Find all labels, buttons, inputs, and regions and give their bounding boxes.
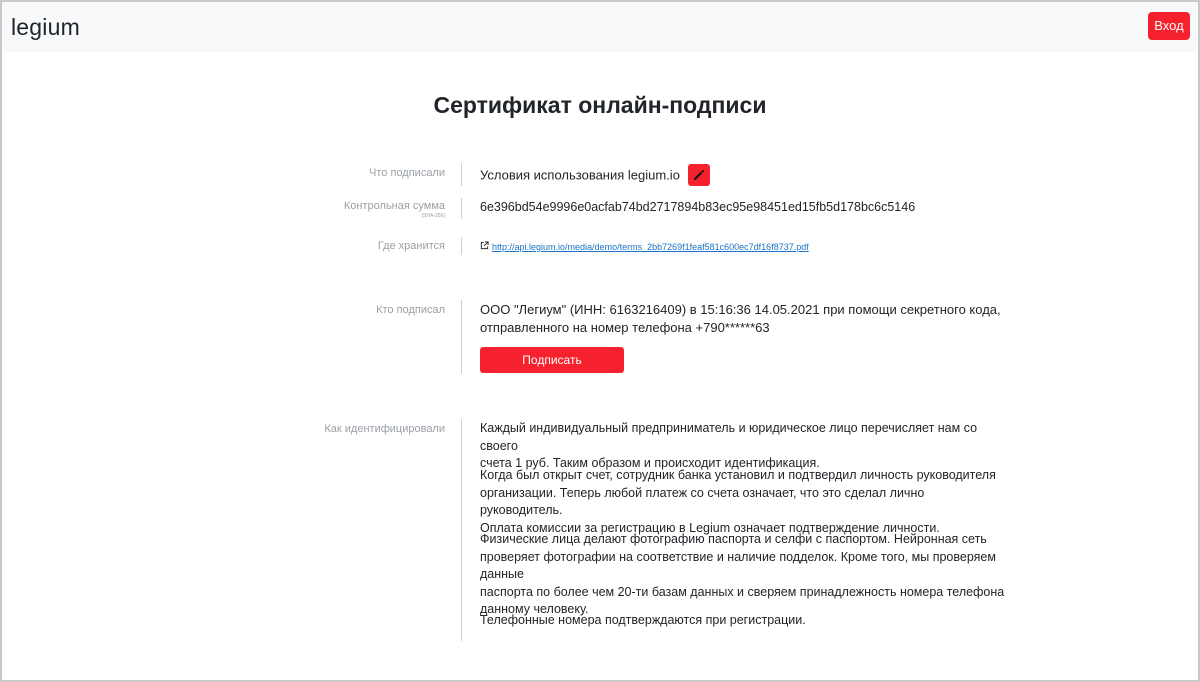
divider-line: [461, 300, 462, 374]
storage-link[interactable]: http://api.legium.io/media/demo/terms_2b…: [492, 242, 809, 252]
who-signed-label: Кто подписал: [376, 304, 445, 316]
who-signed-line-2: отправленного на номер телефона +790****…: [480, 320, 770, 335]
paragraph-line: Физические лица делают фотографию паспор…: [480, 532, 987, 546]
identification-paragraph: Физические лица делают фотографию паспор…: [480, 531, 1010, 619]
checksum-label-group: Контрольная сумма (SHA-256): [344, 199, 445, 220]
paragraph-line: организации. Теперь любой платеж со счет…: [480, 485, 925, 518]
pencil-icon: [693, 169, 704, 180]
identification-paragraph: Когда был открыт счет, сотрудник банка у…: [480, 467, 1010, 537]
paragraph-line: Когда был открыт счет, сотрудник банка у…: [480, 468, 996, 482]
checksum-label: Контрольная сумма: [343, 200, 445, 212]
what-signed-value: Условия использования legium.io: [480, 167, 680, 183]
checksum-algorithm: (SHA-256): [421, 213, 445, 219]
paragraph-line: проверяет фотографии на соответствие и н…: [480, 549, 996, 582]
storage-link-row: http://api.legium.io/media/demo/terms_2b…: [480, 240, 809, 255]
identification-paragraph: Телефонные номера подтверждаются при рег…: [480, 612, 1010, 630]
checksum-value: 6e396bd54e9996e0acfab74bd2717894b83ec95e…: [480, 200, 916, 214]
divider-line: [461, 198, 462, 219]
edit-button[interactable]: [687, 164, 710, 186]
page-frame: legium Вход Сертификат онлайн-подписи Чт…: [0, 0, 1200, 682]
sign-button[interactable]: Подписать: [480, 347, 624, 373]
top-navbar: legium Вход: [2, 2, 1198, 52]
paragraph-line: паспорта по более чем 20-ти базам данных…: [480, 584, 1005, 599]
page-title: Сертификат онлайн-подписи: [433, 92, 767, 118]
what-signed-value-wrapper: Условия использования legium.io: [480, 164, 710, 187]
divider-line: [461, 163, 462, 186]
identification-paragraph: Каждый индивидуальный предприниматель и …: [480, 420, 1010, 473]
paragraph-line: Каждый индивидуальный предприниматель и …: [480, 421, 978, 453]
divider-line: [461, 237, 462, 255]
what-signed-label: Что подписали: [369, 167, 445, 179]
brand-logo[interactable]: legium: [11, 13, 80, 41]
storage-label: Где хранится: [377, 240, 445, 252]
external-link-icon: [480, 240, 489, 254]
paragraph-line: Телефонные номера подтверждаются при рег…: [480, 613, 806, 627]
divider-line: [461, 419, 462, 641]
who-signed-line-1: ООО "Легиум" (ИНН: 6163216409) в 15:16:3…: [480, 302, 1001, 317]
login-button[interactable]: Вход: [1148, 12, 1190, 40]
identification-label: Как идентифицировали: [324, 423, 445, 435]
